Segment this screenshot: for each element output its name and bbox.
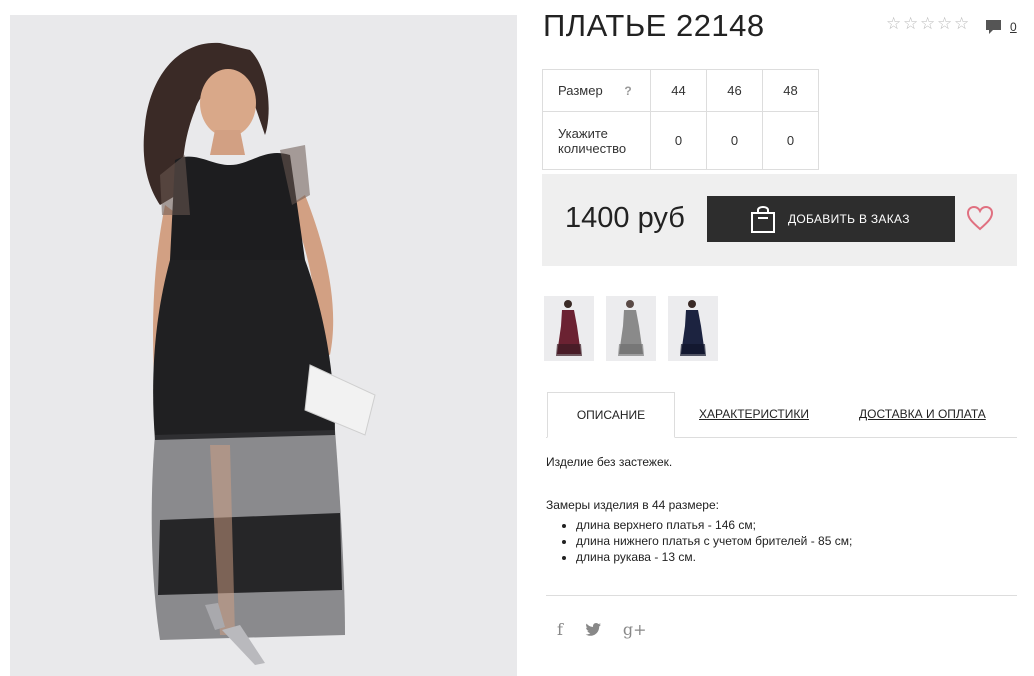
- star-icon[interactable]: ☆: [920, 15, 936, 32]
- list-item: длина рукава - 13 см.: [576, 549, 852, 565]
- add-to-order-button[interactable]: ДОБАВИТЬ В ЗАКАЗ: [707, 196, 955, 242]
- burgundy-dress-thumbnail-image: [556, 300, 582, 356]
- size-44: 44: [650, 69, 707, 112]
- product-title: ПЛАТЬЕ 22148: [543, 8, 765, 43]
- star-icon[interactable]: ☆: [903, 15, 919, 32]
- add-to-order-label: ДОБАВИТЬ В ЗАКАЗ: [788, 212, 910, 226]
- size-48: 48: [762, 69, 819, 112]
- star-icon[interactable]: ☆: [937, 15, 953, 32]
- quantity-input-44[interactable]: 0: [650, 111, 707, 170]
- tab-description[interactable]: ОПИСАНИЕ: [547, 392, 675, 438]
- shopping-bag-icon: [751, 206, 775, 233]
- star-icon[interactable]: ☆: [954, 15, 970, 32]
- google-plus-icon[interactable]: g+: [623, 620, 647, 639]
- color-variant-thumbnail[interactable]: [668, 296, 718, 361]
- list-item: длина нижнего платья с учетом брителей -…: [576, 533, 852, 549]
- description-text: Изделие без застежек.: [546, 455, 673, 469]
- color-variant-thumbnail[interactable]: [544, 296, 594, 361]
- quantity-input-46[interactable]: 0: [706, 111, 763, 170]
- divider: [546, 595, 1017, 596]
- size-help-icon[interactable]: ?: [624, 84, 631, 98]
- tab-delivery-payment[interactable]: ДОСТАВКА И ОПЛАТА: [859, 392, 986, 437]
- heart-icon[interactable]: [966, 205, 994, 231]
- quantity-input-48[interactable]: 0: [762, 111, 819, 170]
- size-label: Размер: [558, 83, 603, 98]
- list-item: длина верхнего платья - 146 см;: [576, 517, 852, 533]
- model-in-black-dress-illustration: [143, 42, 376, 665]
- product-description: Изделие без застежек. Замеры изделия в 4…: [546, 455, 852, 565]
- star-icon[interactable]: ☆: [886, 15, 902, 32]
- comment-icon[interactable]: [985, 19, 1002, 35]
- size-label-cell: Размер ?: [542, 69, 651, 112]
- quantity-label: Укажите количество: [542, 111, 651, 170]
- size-46: 46: [706, 69, 763, 112]
- measurements-list: длина верхнего платья - 146 см; длина ни…: [546, 517, 852, 565]
- tab-characteristics[interactable]: ХАРАКТЕРИСТИКИ: [699, 392, 809, 437]
- grey-dress-thumbnail-image: [618, 300, 644, 356]
- facebook-icon[interactable]: f: [557, 620, 563, 639]
- social-share: f g+: [557, 620, 647, 639]
- navy-dress-thumbnail-image: [680, 300, 706, 356]
- product-main-image[interactable]: [10, 15, 517, 676]
- product-info-tabs: ОПИСАНИЕ ХАРАКТЕРИСТИКИ ДОСТАВКА И ОПЛАТ…: [546, 392, 1017, 438]
- rating-stars[interactable]: ☆ ☆ ☆ ☆ ☆: [886, 15, 970, 32]
- size-quantity-table: Размер ? 44 46 48 Укажите количество 0 0…: [542, 69, 819, 170]
- twitter-icon[interactable]: [585, 623, 601, 636]
- color-variant-thumbnail[interactable]: [606, 296, 656, 361]
- product-price: 1400 руб: [565, 202, 685, 234]
- buy-box: 1400 руб ДОБАВИТЬ В ЗАКАЗ: [542, 174, 1017, 266]
- measurements-heading: Замеры изделия в 44 размере:: [546, 498, 719, 512]
- color-variants: [544, 296, 718, 361]
- comment-count-link[interactable]: 0: [1010, 20, 1017, 34]
